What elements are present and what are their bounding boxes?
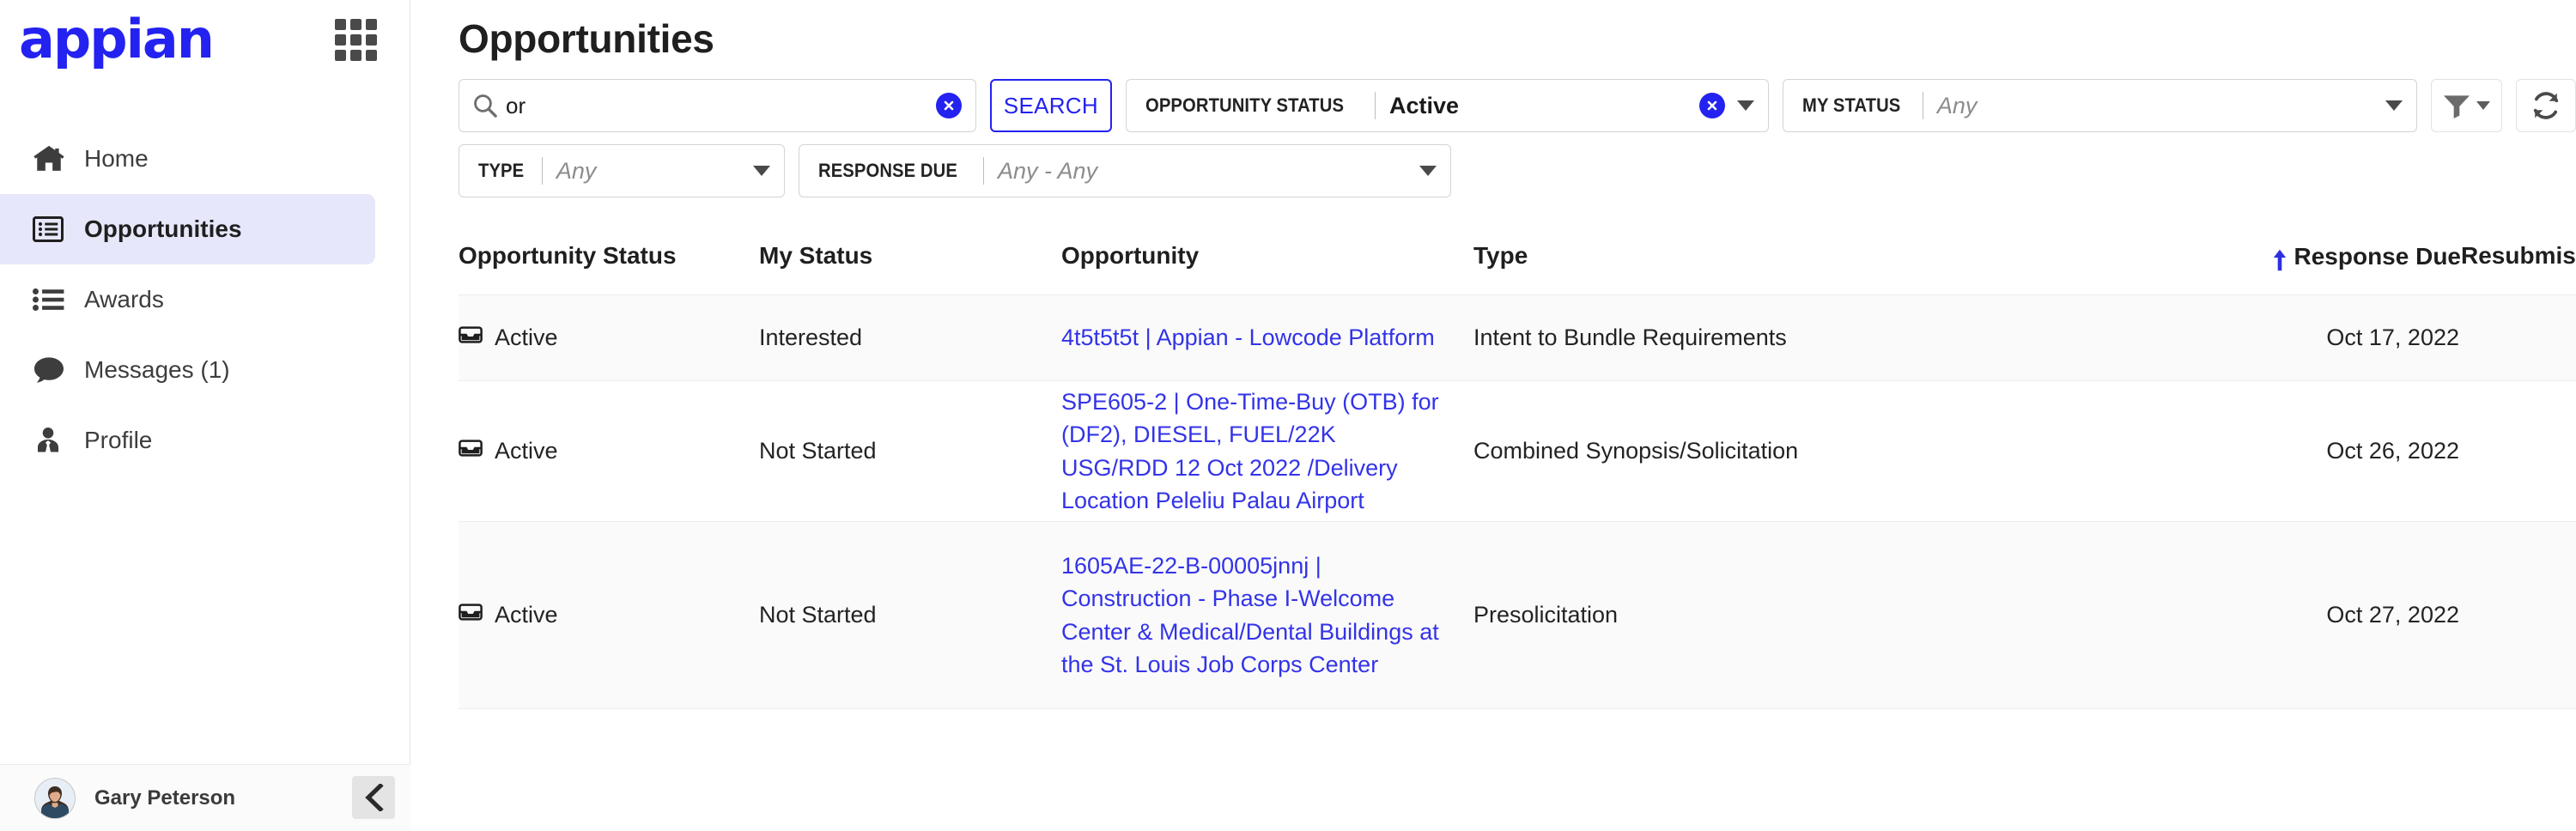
sidebar-item-label: Home xyxy=(84,145,149,172)
column-header-opportunity[interactable]: Opportunity xyxy=(1061,235,1473,270)
chevron-down-icon[interactable] xyxy=(1736,100,1754,111)
filter-options-button[interactable] xyxy=(2430,79,2503,132)
opportunity-link[interactable]: 4t5t5t5t | Appian - Lowcode Platform xyxy=(1061,321,1439,354)
filter-response-due[interactable]: RESPONSE DUE Any - Any xyxy=(799,144,1451,197)
chat-bubble-icon xyxy=(33,355,72,385)
cell-opportunity-status: Active xyxy=(459,598,759,631)
bulleted-list-icon xyxy=(33,287,72,312)
inbox-archive-icon xyxy=(459,321,483,354)
sidebar-item-awards[interactable]: Awards xyxy=(0,264,375,335)
cell-type: Combined Synopsis/Solicitation xyxy=(1473,438,1799,464)
opportunity-link[interactable]: 1605AE-22-B-00005jnnj | Construction - P… xyxy=(1061,549,1439,681)
column-header-opportunity-status[interactable]: Opportunity Status xyxy=(459,235,759,270)
cell-response-due: Oct 27, 2022 xyxy=(2326,602,2459,628)
sidebar-user-bar[interactable]: Gary Peterson xyxy=(0,764,410,831)
filter-divider xyxy=(1375,92,1376,119)
app-root: appian Home Opportunities Awards Message… xyxy=(0,0,2576,831)
sidebar: appian Home Opportunities Awards Message… xyxy=(0,0,410,831)
sidebar-item-label: Awards xyxy=(84,286,164,312)
search-button[interactable]: SEARCH xyxy=(989,79,1112,132)
table-row[interactable]: Active Not Started 1605AE-22-B-00005jnnj… xyxy=(459,522,2576,709)
search-icon xyxy=(473,94,497,118)
filter-value: Active xyxy=(1389,92,1460,118)
filter-label: MY STATUS xyxy=(1801,94,1900,116)
cell-type: Presolicitation xyxy=(1473,602,1619,628)
page-title: Opportunities xyxy=(459,16,714,61)
filter-label: TYPE xyxy=(478,160,525,181)
list-box-icon xyxy=(33,215,72,244)
filter-clear-icon[interactable] xyxy=(1698,93,1725,118)
cell-response-due: Oct 26, 2022 xyxy=(2326,438,2459,464)
opportunity-link[interactable]: SPE605-2 | One-Time-Buy (OTB) for (DF2),… xyxy=(1061,385,1439,517)
table-row[interactable]: Active Interested 4t5t5t5t | Appian - Lo… xyxy=(459,295,2576,381)
filter-row-secondary: TYPE Any RESPONSE DUE Any - Any xyxy=(410,144,2576,197)
table-header-row: Opportunity Status My Status Opportunity… xyxy=(459,223,2576,295)
chevron-left-icon xyxy=(365,784,384,811)
filter-opportunity-status[interactable]: OPPORTUNITY STATUS Active xyxy=(1125,79,1769,132)
table-row[interactable]: Active Not Started SPE605-2 | One-Time-B… xyxy=(459,381,2576,522)
filter-my-status[interactable]: MY STATUS Any xyxy=(1782,79,2417,132)
inbox-archive-icon xyxy=(459,434,483,467)
inbox-archive-icon xyxy=(459,598,483,631)
column-header-resubmission[interactable]: Resubmission/ xyxy=(2461,235,2576,270)
cell-opportunity: 4t5t5t5t | Appian - Lowcode Platform xyxy=(1061,321,1473,354)
main-content: Opportunities SEARCH OP xyxy=(410,0,2576,831)
avatar[interactable] xyxy=(34,777,76,819)
sidebar-item-home[interactable]: Home xyxy=(0,124,375,194)
cell-opportunity-status: Active xyxy=(459,321,759,354)
sidebar-header: appian xyxy=(0,0,410,79)
sidebar-item-opportunities[interactable]: Opportunities xyxy=(0,194,375,264)
column-header-my-status[interactable]: My Status xyxy=(759,235,1061,270)
sidebar-nav: Home Opportunities Awards Messages (1) P… xyxy=(0,124,410,476)
user-name: Gary Peterson xyxy=(94,786,236,810)
cell-my-status: Interested xyxy=(759,325,863,351)
sidebar-item-label: Messages (1) xyxy=(84,356,230,383)
home-icon xyxy=(33,144,72,173)
refresh-sync-icon xyxy=(2533,92,2559,119)
column-header-type[interactable]: Type xyxy=(1473,235,2246,270)
sidebar-item-label: Profile xyxy=(84,427,153,453)
filter-value: Any xyxy=(1936,92,1978,118)
search-clear-icon[interactable] xyxy=(935,93,962,118)
chevron-down-icon[interactable] xyxy=(1419,166,1437,176)
cell-status-text: Active xyxy=(495,325,558,351)
funnel-filter-icon xyxy=(2444,95,2470,118)
chevron-down-icon xyxy=(2476,101,2491,110)
cell-opportunity: SPE605-2 | One-Time-Buy (OTB) for (DF2),… xyxy=(1061,385,1473,517)
cell-status-text: Active xyxy=(495,438,558,464)
column-header-response-due[interactable]: Response Due xyxy=(2246,235,2461,277)
cell-my-status: Not Started xyxy=(759,602,877,628)
opportunities-table: Opportunity Status My Status Opportunity… xyxy=(410,223,2576,709)
sidebar-item-profile[interactable]: Profile xyxy=(0,405,375,476)
grid-apps-icon[interactable] xyxy=(335,18,377,61)
cell-status-text: Active xyxy=(495,602,558,628)
search-input[interactable] xyxy=(506,92,936,119)
chevron-down-icon[interactable] xyxy=(753,166,770,176)
filter-divider xyxy=(541,157,543,185)
sort-arrow-up-icon xyxy=(2272,249,2287,277)
user-tie-icon xyxy=(33,426,72,455)
sidebar-item-messages[interactable]: Messages (1) xyxy=(0,335,375,405)
appian-logo[interactable]: appian xyxy=(19,13,215,66)
cell-opportunity-status: Active xyxy=(459,434,759,467)
filter-value: Any xyxy=(556,157,597,184)
cell-opportunity: 1605AE-22-B-00005jnnj | Construction - P… xyxy=(1061,549,1473,681)
filter-divider xyxy=(983,157,985,185)
column-header-label: Response Due xyxy=(2293,243,2462,270)
filter-label: RESPONSE DUE xyxy=(818,160,957,181)
filter-row-primary: SEARCH OPPORTUNITY STATUS Active MY STAT… xyxy=(410,79,2576,132)
chevron-down-icon[interactable] xyxy=(2385,100,2403,111)
sidebar-item-label: Opportunities xyxy=(84,215,242,242)
cell-response-due: Oct 17, 2022 xyxy=(2326,325,2459,351)
sidebar-collapse-button[interactable] xyxy=(352,776,395,819)
filter-value: Any - Any xyxy=(998,157,1098,184)
filter-type[interactable]: TYPE Any xyxy=(459,144,785,197)
cell-my-status: Not Started xyxy=(759,438,877,464)
filter-label: OPPORTUNITY STATUS xyxy=(1145,94,1344,116)
search-field[interactable] xyxy=(459,79,976,132)
refresh-button[interactable] xyxy=(2516,79,2576,132)
cell-type: Intent to Bundle Requirements xyxy=(1473,325,1787,351)
